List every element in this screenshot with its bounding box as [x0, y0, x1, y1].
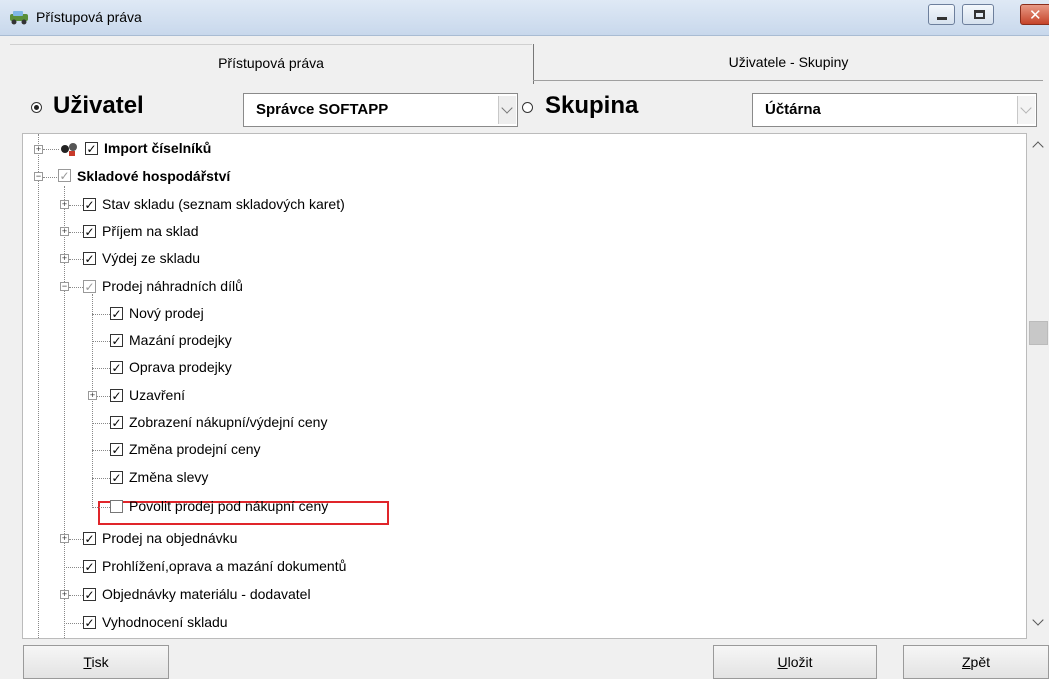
- user-radio[interactable]: [31, 102, 42, 113]
- print-label-rest: isk: [91, 654, 109, 670]
- tree-item-label: Vyhodnocení skladu: [102, 614, 228, 630]
- tree-item-label: Změna prodejní ceny: [129, 441, 261, 457]
- vertical-scrollbar[interactable]: [1027, 133, 1049, 639]
- checkbox-item-6[interactable]: ✓: [110, 307, 123, 320]
- tree-item-label: Změna slevy: [129, 469, 209, 485]
- print-button[interactable]: Tisk: [23, 645, 169, 679]
- tree-item-label: Uzavření: [129, 387, 186, 403]
- save-accel: U: [777, 654, 788, 670]
- tree-line: [43, 177, 59, 178]
- collapse-icon[interactable]: −: [60, 282, 69, 291]
- chevron-up-icon[interactable]: [1032, 139, 1044, 151]
- tree-line: [92, 314, 110, 315]
- expand-icon[interactable]: +: [60, 534, 69, 543]
- tree-line: [92, 368, 110, 369]
- tree-item-label: Skladové hospodářství: [77, 168, 231, 184]
- group-select-value: Účtárna: [765, 101, 821, 118]
- checkbox-item-9[interactable]: ✓: [110, 389, 123, 402]
- expand-icon[interactable]: +: [60, 254, 69, 263]
- checkbox-item-0[interactable]: ✓: [85, 142, 98, 155]
- tree-line: [92, 450, 110, 451]
- save-button[interactable]: Uložit: [713, 645, 877, 679]
- tab-users-groups[interactable]: Uživatele - Skupiny: [533, 44, 1043, 84]
- tree-item-label: Stav skladu (seznam skladových karet): [102, 196, 345, 212]
- tree-line: [92, 478, 110, 479]
- tab-access-rights-label: Přístupová práva: [218, 55, 324, 71]
- checkbox-item-17[interactable]: ✓: [83, 616, 96, 629]
- checkbox-item-10[interactable]: ✓: [110, 416, 123, 429]
- tree-line: [64, 567, 83, 568]
- tree-item-label: Prodej na objednávku: [102, 530, 238, 546]
- save-label-rest: ložit: [787, 654, 813, 670]
- group-label: Skupina: [545, 92, 639, 119]
- window-title: Přístupová práva: [36, 9, 142, 25]
- back-label-rest: pět: [970, 654, 991, 670]
- tree-item-label: Zobrazení nákupní/výdejní ceny: [129, 414, 328, 430]
- expand-icon[interactable]: +: [60, 227, 69, 236]
- tree-item-label: Povolit prodej pod nákupní ceny: [129, 498, 329, 514]
- checkbox-item-15[interactable]: ✓: [83, 560, 96, 573]
- checkbox-item-12[interactable]: ✓: [110, 471, 123, 484]
- checkbox-item-8[interactable]: ✓: [110, 361, 123, 374]
- back-accel: Z: [961, 654, 971, 670]
- tree-line: [92, 423, 110, 424]
- chevron-down-icon[interactable]: [498, 96, 516, 124]
- expand-icon[interactable]: +: [60, 200, 69, 209]
- tree-item-label: Prohlížení,oprava a mazání dokumentů: [102, 558, 347, 574]
- checkbox-item-5[interactable]: ✓: [83, 280, 96, 293]
- permissions-tree[interactable]: + ✓ Import číselníků − ✓ Skladové hospod…: [22, 133, 1027, 639]
- expand-icon[interactable]: +: [60, 590, 69, 599]
- tree-line: [92, 294, 93, 508]
- tree-item-label: Výdej ze skladu: [102, 250, 201, 266]
- checkbox-item-11[interactable]: ✓: [110, 443, 123, 456]
- checkbox-item-16[interactable]: ✓: [83, 588, 96, 601]
- tree-line: [97, 396, 110, 397]
- app-icon: [10, 11, 28, 25]
- tree-line: [92, 507, 110, 508]
- tab-users-groups-label: Uživatele - Skupiny: [728, 54, 849, 70]
- group-select[interactable]: Účtárna: [752, 93, 1037, 127]
- tab-divider: [533, 80, 1043, 81]
- close-button[interactable]: ✕: [1020, 4, 1049, 25]
- tree-line: [64, 623, 83, 624]
- tree-item-label: Příjem na sklad: [102, 223, 199, 239]
- tree-item-label: Oprava prodejky: [129, 359, 232, 375]
- scrollbar-thumb[interactable]: [1029, 321, 1048, 345]
- checkbox-item-2[interactable]: ✓: [83, 198, 96, 211]
- minimize-button[interactable]: [928, 4, 955, 25]
- group-radio[interactable]: [522, 102, 533, 113]
- checkbox-item-1[interactable]: ✓: [58, 169, 71, 182]
- expand-icon[interactable]: +: [34, 145, 43, 154]
- tree-item-label: Prodej náhradních dílů: [102, 278, 243, 294]
- tab-access-rights[interactable]: Přístupová práva: [10, 44, 532, 84]
- user-select-value: Správce SOFTAPP: [256, 101, 389, 118]
- tree-item-label: Nový prodej: [129, 305, 204, 321]
- tree-line: [43, 149, 59, 150]
- checkbox-item-4[interactable]: ✓: [83, 252, 96, 265]
- user-select[interactable]: Správce SOFTAPP: [243, 93, 518, 127]
- maximize-button[interactable]: [962, 4, 994, 25]
- user-label: Uživatel: [53, 92, 144, 119]
- tree-line: [92, 341, 110, 342]
- title-bar: Přístupová práva ✕: [0, 0, 1049, 36]
- checkbox-item-3[interactable]: ✓: [83, 225, 96, 238]
- checkbox-item-13[interactable]: [110, 500, 123, 513]
- tree-item-label: Objednávky materiálu - dodavatel: [102, 586, 311, 602]
- tree-item-label: Mazání prodejky: [129, 332, 232, 348]
- expand-icon[interactable]: +: [88, 391, 97, 400]
- checkbox-item-14[interactable]: ✓: [83, 532, 96, 545]
- back-button[interactable]: Zpět: [903, 645, 1049, 679]
- chevron-down-icon[interactable]: [1032, 618, 1044, 630]
- tree-line: [38, 134, 39, 638]
- checkbox-item-7[interactable]: ✓: [110, 334, 123, 347]
- group-icon: [61, 143, 77, 156]
- chevron-down-icon: [1017, 96, 1035, 124]
- tree-item-label: Import číselníků: [104, 140, 212, 156]
- collapse-icon[interactable]: −: [34, 172, 43, 181]
